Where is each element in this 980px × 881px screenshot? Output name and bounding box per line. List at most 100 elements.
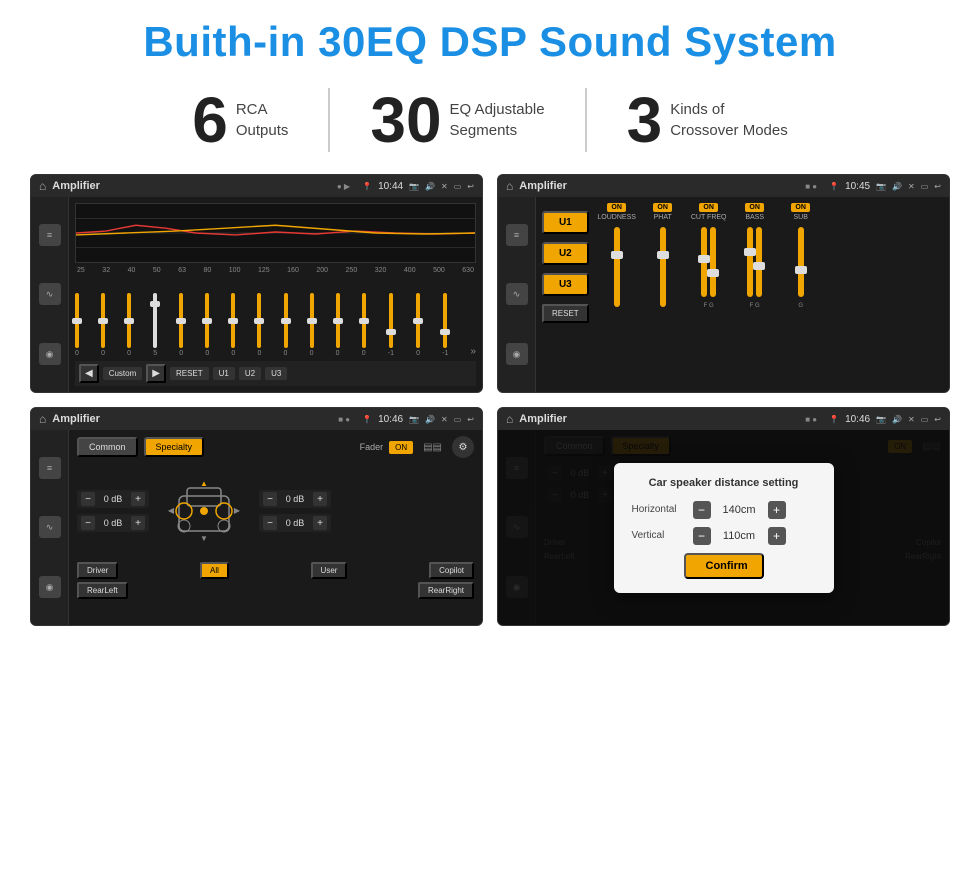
eq-home-icon[interactable]: ⌂ <box>39 179 46 193</box>
dialog-vertical-plus[interactable]: + <box>768 527 786 545</box>
svg-text:▲: ▲ <box>200 479 208 488</box>
crossover-app-name: Amplifier <box>519 180 799 192</box>
cutfreq-slider-g[interactable] <box>710 227 716 297</box>
eq-u3-button[interactable]: U3 <box>265 367 287 380</box>
fader-user-button[interactable]: User <box>311 562 348 579</box>
fader-rearright-button[interactable]: RearRight <box>418 582 474 599</box>
fader-db-plus-4[interactable]: + <box>313 516 327 530</box>
eq-next-button[interactable]: ▶ <box>146 364 166 383</box>
sub-slider[interactable] <box>798 227 804 297</box>
fader-copilot-button[interactable]: Copilot <box>429 562 474 579</box>
phat-slider[interactable] <box>660 227 666 307</box>
dialog-vertical-value: 110cm <box>717 530 762 542</box>
fader-all-button[interactable]: All <box>200 562 229 579</box>
fader-db-plus-3[interactable]: + <box>313 492 327 506</box>
distance-dialog: Car speaker distance setting Horizontal … <box>614 463 834 593</box>
crossover-content: ≡ ∿ ◉ U1 U2 U3 RESET <box>498 197 949 392</box>
fader-sidebar-wave-icon[interactable]: ∿ <box>39 516 61 538</box>
crossover-u3-button[interactable]: U3 <box>542 273 589 296</box>
eq-u2-button[interactable]: U2 <box>239 367 261 380</box>
fader-db-control-1: − 0 dB + <box>77 490 149 508</box>
eq-slider-11: 0 <box>336 293 340 357</box>
eq-graph <box>75 203 476 263</box>
fader-settings-icon[interactable]: ⚙ <box>452 436 474 458</box>
distance-dialog-overlay: Car speaker distance setting Horizontal … <box>498 430 949 625</box>
eq-slider-5: 0 <box>179 293 183 357</box>
eq-sidebar-speaker-icon[interactable]: ◉ <box>39 343 61 365</box>
distance-home-icon[interactable]: ⌂ <box>506 412 513 426</box>
fader-db-minus-1[interactable]: − <box>81 492 95 506</box>
crossover-sidebar-eq-icon[interactable]: ≡ <box>506 224 528 246</box>
loudness-label: LOUDNESS <box>597 214 636 221</box>
fader-home-icon[interactable]: ⌂ <box>39 412 46 426</box>
eq-slider-3: 0 <box>127 293 131 357</box>
svg-text:▶: ▶ <box>234 506 241 515</box>
fader-tab-common[interactable]: Common <box>77 437 138 457</box>
dialog-confirm-button[interactable]: Confirm <box>684 553 764 579</box>
sub-on-badge[interactable]: ON <box>791 203 810 212</box>
eq-sidebar-wave-icon[interactable]: ∿ <box>39 283 61 305</box>
dialog-horizontal-plus[interactable]: + <box>768 501 786 519</box>
fader-db-minus-4[interactable]: − <box>263 516 277 530</box>
dialog-vertical-label: Vertical <box>632 530 687 541</box>
fader-driver-button[interactable]: Driver <box>77 562 118 579</box>
fader-left-controls: − 0 dB + − 0 dB + <box>77 490 149 532</box>
bass-slider-g[interactable] <box>756 227 762 297</box>
feature-text-crossover: Kinds of Crossover Modes <box>670 99 788 141</box>
eq-reset-button[interactable]: RESET <box>170 367 209 380</box>
fader-on-badge: ON <box>389 441 413 454</box>
fader-db-plus-2[interactable]: + <box>131 516 145 530</box>
screenshots-grid: ⌂ Amplifier ● ▶ 📍 10:44 📷 🔊 ✕ ▭ ↩ ≡ ∿ ◉ <box>30 174 950 626</box>
loudness-slider[interactable] <box>614 227 620 307</box>
crossover-u1-button[interactable]: U1 <box>542 211 589 234</box>
distance-status-bar: ⌂ Amplifier ■ ● 📍 10:46 📷 🔊 ✕ ▭ ↩ <box>498 408 949 430</box>
fader-rearleft-button[interactable]: RearLeft <box>77 582 128 599</box>
fader-db-minus-2[interactable]: − <box>81 516 95 530</box>
bass-on-badge[interactable]: ON <box>745 203 764 212</box>
eq-slider-12: 0 <box>362 293 366 357</box>
fader-db-minus-3[interactable]: − <box>263 492 277 506</box>
distance-screen-content: ≡ ∿ ◉ Common Specialty ON ▤▤ −0 dB+ <box>498 430 949 625</box>
crossover-reset-button[interactable]: RESET <box>542 304 589 323</box>
bass-label: BASS <box>745 214 764 221</box>
bass-control: ON BASS F G <box>735 203 775 386</box>
crossover-screen: ⌂ Amplifier ■ ● 📍 10:45 📷 🔊 ✕ ▭ ↩ ≡ ∿ ◉ <box>497 174 950 393</box>
phat-on-badge[interactable]: ON <box>653 203 672 212</box>
dialog-horizontal-label: Horizontal <box>632 504 687 515</box>
loudness-on-badge[interactable]: ON <box>607 203 626 212</box>
fader-app-name: Amplifier <box>52 413 332 425</box>
eq-preset-button[interactable]: Custom <box>103 367 143 380</box>
cutfreq-on-badge[interactable]: ON <box>699 203 718 212</box>
feature-number-crossover: 3 <box>627 88 663 152</box>
feature-text-rca: RCA Outputs <box>236 99 289 141</box>
dialog-horizontal-minus[interactable]: − <box>693 501 711 519</box>
fader-label: Fader <box>360 442 384 452</box>
cutfreq-slider-f[interactable] <box>701 227 707 297</box>
eq-freq-labels: 25 32 40 50 63 80 100 125 160 200 250 32… <box>75 267 476 274</box>
eq-slider-2: 0 <box>101 293 105 357</box>
feature-number-eq: 30 <box>370 88 441 152</box>
fader-sidebar-eq-icon[interactable]: ≡ <box>39 457 61 479</box>
eq-status-bar: ⌂ Amplifier ● ▶ 📍 10:44 📷 🔊 ✕ ▭ ↩ <box>31 175 482 197</box>
fader-tab-specialty[interactable]: Specialty <box>144 437 205 457</box>
fader-db-control-4: − 0 dB + <box>259 514 331 532</box>
fader-bottom-bar-2: RearLeft RearRight <box>77 582 474 599</box>
crossover-sidebar-wave-icon[interactable]: ∿ <box>506 283 528 305</box>
fader-sidebar: ≡ ∿ ◉ <box>31 430 69 625</box>
crossover-u2-button[interactable]: U2 <box>542 242 589 265</box>
eq-u1-button[interactable]: U1 <box>213 367 235 380</box>
bass-slider-f[interactable] <box>747 227 753 297</box>
eq-sidebar-eq-icon[interactable]: ≡ <box>39 224 61 246</box>
fader-db-plus-1[interactable]: + <box>131 492 145 506</box>
fader-db-value-4: 0 dB <box>281 518 309 528</box>
eq-bottom-bar: ◀ Custom ▶ RESET U1 U2 U3 <box>75 361 476 386</box>
eq-slider-10: 0 <box>310 293 314 357</box>
crossover-home-icon[interactable]: ⌂ <box>506 179 513 193</box>
crossover-sidebar-speaker-icon[interactable]: ◉ <box>506 343 528 365</box>
fader-sidebar-speaker-icon[interactable]: ◉ <box>39 576 61 598</box>
eq-prev-button[interactable]: ◀ <box>79 364 99 383</box>
fader-content: ≡ ∿ ◉ Common Specialty Fader ON ▤▤ ⚙ <box>31 430 482 625</box>
crossover-status-time: 10:45 <box>845 181 870 192</box>
fader-layout: − 0 dB + − 0 dB + <box>77 466 474 556</box>
dialog-vertical-minus[interactable]: − <box>693 527 711 545</box>
